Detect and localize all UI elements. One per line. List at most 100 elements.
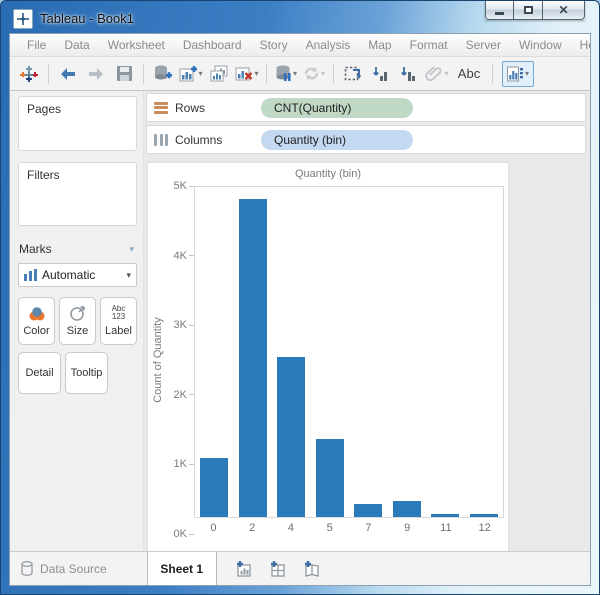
x-tick-label: 11 [440, 522, 452, 534]
menu-item-data[interactable]: Data [55, 38, 98, 52]
statusbar: Data Source Sheet 1 [10, 551, 590, 585]
columns-pill[interactable]: Quantity (bin) [261, 129, 413, 150]
x-axis[interactable]: 0 2 4 5 7 9 11 12 [194, 522, 504, 534]
toolbar: ▾ ▾ ▾ ▾ ▾ Abc ▾ [10, 57, 590, 91]
swap-rows-columns-button[interactable] [339, 61, 367, 87]
bar-7[interactable] [354, 503, 383, 517]
toolbar-separator [333, 63, 334, 84]
show-me-button[interactable]: ▾ [502, 60, 535, 87]
new-worksheet-tab-button[interactable] [235, 560, 253, 577]
plot-area[interactable] [194, 186, 504, 518]
menu-item-map[interactable]: Map [359, 38, 400, 52]
pages-shelf[interactable]: Pages [18, 96, 137, 151]
columns-icon [154, 133, 168, 146]
minimize-button[interactable] [485, 1, 514, 20]
data-source-tab[interactable]: Data Source [10, 552, 123, 585]
new-data-source-button[interactable] [149, 61, 177, 87]
y-tick-label: 5K [173, 180, 187, 192]
detail-button[interactable]: Detail [18, 352, 61, 394]
bar-0[interactable] [200, 457, 229, 517]
close-button[interactable]: ✕ [543, 1, 585, 20]
bar-12[interactable] [469, 513, 498, 517]
main-area: Pages Filters Marks ▾ Automatic ▾ Color … [10, 91, 590, 551]
tooltip-button-label: Tooltip [70, 367, 103, 379]
dropdown-caret-icon[interactable]: ▾ [293, 69, 297, 78]
rows-icon [154, 101, 168, 114]
columns-shelf[interactable]: Columns Quantity (bin) [146, 125, 586, 154]
marks-card-header: Marks ▾ [18, 240, 137, 263]
rows-shelf[interactable]: Rows CNT(Quantity) [146, 93, 586, 122]
x-tick-label: 9 [404, 522, 411, 534]
dropdown-caret-icon[interactable]: ▾ [444, 69, 448, 78]
menu-item-format[interactable]: Format [401, 38, 457, 52]
menu-item-story[interactable]: Story [251, 38, 297, 52]
size-button[interactable]: Size [59, 297, 96, 345]
maximize-button[interactable] [514, 1, 543, 20]
undo-back-button[interactable] [54, 61, 82, 87]
show-mark-labels-button[interactable]: Abc [451, 61, 487, 87]
dropdown-caret-icon[interactable]: ▾ [254, 69, 258, 78]
save-button[interactable] [110, 61, 138, 87]
x-tick-label: 0 [210, 522, 217, 534]
x-tick-label: 12 [478, 522, 491, 534]
dropdown-caret-icon[interactable]: ▾ [198, 69, 202, 78]
redo-forward-button[interactable] [82, 61, 110, 87]
menubar: File Data Worksheet Dashboard Story Analysis M… [10, 34, 590, 57]
filters-shelf[interactable]: Filters [18, 162, 137, 226]
bar-2[interactable] [238, 198, 267, 517]
label-button[interactable]: Abc 123 Label [100, 297, 137, 345]
pages-label: Pages [27, 102, 62, 116]
pause-updates-button[interactable]: ▾ [272, 61, 300, 87]
window-title: Tableau - Book1 [40, 11, 134, 26]
toolbar-separator [143, 63, 144, 84]
content-area: Rows CNT(Quantity) Columns Quantity (bin… [144, 91, 590, 551]
y-tick-label: 0K [173, 528, 187, 540]
window-controls: ✕ [485, 1, 585, 20]
y-tick-label: 3K [173, 319, 187, 332]
highlight-paperclip-button[interactable]: ▾ [423, 61, 451, 87]
mark-type-dropdown[interactable]: Automatic ▾ [18, 263, 137, 287]
x-tick-label: 2 [249, 522, 256, 534]
clear-sheet-button[interactable]: ▾ [233, 61, 261, 87]
detail-button-label: Detail [25, 367, 54, 379]
menu-item-help[interactable]: Help [571, 38, 590, 52]
menu-item-file[interactable]: File [18, 38, 55, 52]
filters-label: Filters [27, 168, 60, 182]
color-button[interactable]: Color [18, 297, 55, 345]
bar-4[interactable] [277, 357, 306, 517]
sort-ascending-button[interactable] [367, 61, 395, 87]
refresh-button[interactable]: ▾ [300, 61, 328, 87]
window-titlebar[interactable]: Tableau - Book1 ✕ [9, 1, 591, 33]
toolbar-separator [48, 63, 49, 84]
show-me-icon [507, 66, 523, 81]
toolbar-separator [266, 63, 267, 84]
collapse-caret-icon[interactable]: ▾ [129, 244, 134, 255]
sort-descending-button[interactable] [395, 61, 423, 87]
new-story-tab-button[interactable] [303, 560, 321, 577]
menu-item-analysis[interactable]: Analysis [297, 38, 360, 52]
menu-item-window[interactable]: Window [510, 38, 571, 52]
rows-pill[interactable]: CNT(Quantity) [261, 97, 413, 118]
marks-label: Marks [19, 242, 52, 256]
chart-view[interactable]: Quantity (bin) Count of Quantity 0K 1K 2K 3… [147, 162, 509, 551]
bar-9[interactable] [392, 500, 421, 517]
menu-item-server[interactable]: Server [457, 38, 510, 52]
menu-item-dashboard[interactable]: Dashboard [174, 38, 251, 52]
sheet-tab-sheet1[interactable]: Sheet 1 [146, 552, 217, 585]
bar-11[interactable] [431, 513, 460, 517]
rows-shelf-label: Rows [175, 100, 206, 115]
y-tick-label: 2K [173, 388, 187, 401]
dropdown-caret-icon[interactable]: ▾ [321, 69, 325, 78]
bar-5[interactable] [315, 439, 344, 517]
tableau-app-icon [13, 8, 33, 29]
duplicate-sheet-button[interactable] [205, 61, 233, 87]
y-axis[interactable]: 0K 1K 2K 3K 4K 5K [165, 180, 194, 540]
dropdown-caret-icon[interactable]: ▾ [525, 69, 529, 78]
tableau-logo-icon [15, 61, 43, 87]
color-icon [29, 306, 44, 320]
minimize-icon [495, 11, 504, 15]
tooltip-button[interactable]: Tooltip [65, 352, 108, 394]
new-dashboard-tab-button[interactable] [269, 560, 287, 577]
menu-item-worksheet[interactable]: Worksheet [99, 38, 174, 52]
new-worksheet-button[interactable]: ▾ [177, 61, 205, 87]
